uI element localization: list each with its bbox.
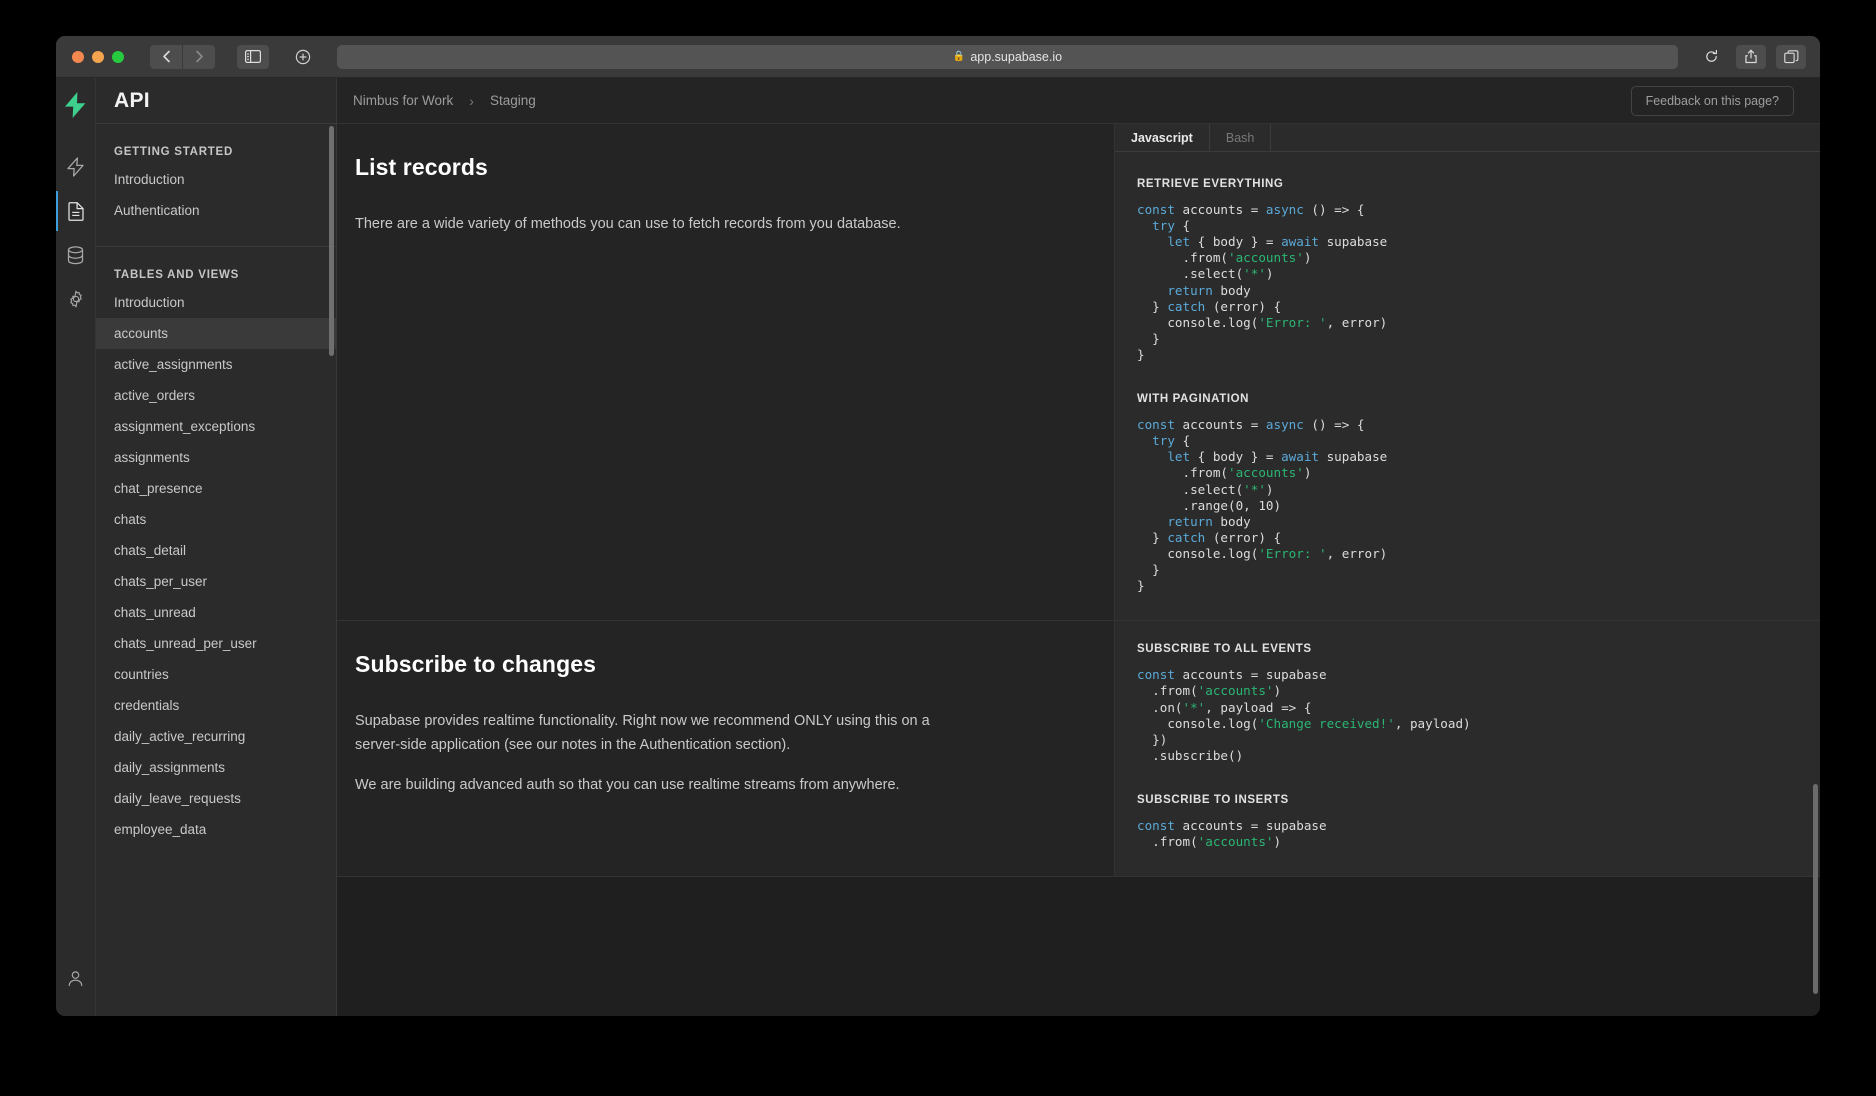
feedback-button[interactable]: Feedback on this page? xyxy=(1631,86,1794,116)
desktop-background: 🔒 app.supabase.io xyxy=(0,0,1876,1096)
toolbar-right-buttons xyxy=(1696,45,1808,69)
code-snippet[interactable]: const accounts = async () => { try { let… xyxy=(1137,202,1798,363)
sidebar-item-employee-data[interactable]: employee_data xyxy=(96,814,336,845)
sidebar-item-active-orders[interactable]: active_orders xyxy=(96,380,336,411)
main-content: Nimbus for Work › Staging Feedback on th… xyxy=(337,78,1820,1016)
lightning-icon xyxy=(67,157,84,177)
maximize-window-button[interactable] xyxy=(112,51,124,63)
supabase-lightning-logo[interactable] xyxy=(65,92,86,123)
breadcrumb-project[interactable]: Nimbus for Work xyxy=(353,93,453,108)
code-snippet[interactable]: const accounts = supabase .from('account… xyxy=(1137,667,1798,764)
docs-sidebar: API GETTING STARTEDIntroductionAuthentic… xyxy=(96,78,337,1016)
sidebar-scroll-area: GETTING STARTEDIntroductionAuthenticatio… xyxy=(96,124,336,1016)
back-button[interactable] xyxy=(150,45,182,69)
close-window-button[interactable] xyxy=(72,51,84,63)
section-title: Subscribe to changes xyxy=(355,651,1084,678)
sidebar-item-credentials[interactable]: credentials xyxy=(96,690,336,721)
doc-section: List records There are a wide variety of … xyxy=(337,124,1820,621)
user-icon xyxy=(67,970,84,987)
share-icon xyxy=(1744,49,1758,64)
sidebar-item-assignment-exceptions[interactable]: assignment_exceptions xyxy=(96,411,336,442)
topbar: Nimbus for Work › Staging Feedback on th… xyxy=(337,78,1820,124)
forward-button[interactable] xyxy=(183,45,215,69)
sidebar-item-introduction[interactable]: Introduction xyxy=(96,164,336,195)
sidebar-scrollbar[interactable] xyxy=(329,126,334,356)
sidebar-item-daily-active-recurring[interactable]: daily_active_recurring xyxy=(96,721,336,752)
database-icon xyxy=(67,246,84,265)
sidebar-item-chats[interactable]: chats xyxy=(96,504,336,535)
sidebar-item-introduction[interactable]: Introduction xyxy=(96,287,336,318)
lock-icon: 🔒 xyxy=(953,51,965,62)
show-tabs-button[interactable] xyxy=(1776,45,1806,69)
sidebar-group: GETTING STARTEDIntroductionAuthenticatio… xyxy=(96,124,336,247)
section-code: SUBSCRIBE TO ALL EVENTS const accounts = … xyxy=(1114,621,1820,876)
code-snippet-label: WITH PAGINATION xyxy=(1137,393,1798,405)
rail-item-database[interactable] xyxy=(56,233,96,277)
browser-toolbar: 🔒 app.supabase.io xyxy=(56,36,1820,78)
section-code: JavascriptBash RETRIEVE EVERYTHING const a… xyxy=(1114,124,1820,620)
navigation-buttons xyxy=(150,45,215,69)
new-tab-button[interactable] xyxy=(289,45,317,69)
sidebar-item-countries[interactable]: countries xyxy=(96,659,336,690)
section-paragraph: There are a wide variety of methods you … xyxy=(355,213,975,237)
sidebar-item-chats-detail[interactable]: chats_detail xyxy=(96,535,336,566)
content-panes: List records There are a wide variety of … xyxy=(337,124,1820,1016)
sidebar-item-active-assignments[interactable]: active_assignments xyxy=(96,349,336,380)
sidebar-group-heading: GETTING STARTED xyxy=(96,146,336,164)
rail-item-settings[interactable] xyxy=(56,277,96,321)
rail-item-api-docs[interactable] xyxy=(56,189,96,233)
share-button[interactable] xyxy=(1736,45,1766,69)
show-tabs-icon xyxy=(1784,50,1799,64)
breadcrumb-environment[interactable]: Staging xyxy=(490,93,536,108)
doc-section: Subscribe to changes Supabase provides re… xyxy=(337,621,1820,877)
gear-icon xyxy=(67,290,85,308)
code-snippet[interactable]: const accounts = async () => { try { let… xyxy=(1137,417,1798,594)
code-snippet-label: SUBSCRIBE TO ALL EVENTS xyxy=(1137,643,1798,655)
sidebar-toggle-icon xyxy=(245,50,261,63)
tab-javascript[interactable]: Javascript xyxy=(1115,124,1210,151)
sidebar-group: TABLES AND VIEWSIntroductionaccountsacti… xyxy=(96,247,336,849)
chevron-left-icon xyxy=(162,50,171,63)
url-text: app.supabase.io xyxy=(970,50,1062,64)
chevron-right-icon xyxy=(195,50,204,63)
code-snippet[interactable]: const accounts = supabase .from('account… xyxy=(1137,818,1798,850)
sidebar-item-authentication[interactable]: Authentication xyxy=(96,195,336,226)
sidebar-item-daily-leave-requests[interactable]: daily_leave_requests xyxy=(96,783,336,814)
section-text: Subscribe to changes Supabase provides re… xyxy=(337,621,1114,876)
sidebar-item-chats-unread[interactable]: chats_unread xyxy=(96,597,336,628)
document-icon xyxy=(68,202,84,221)
icon-rail xyxy=(56,78,96,1016)
sidebar-item-daily-assignments[interactable]: daily_assignments xyxy=(96,752,336,783)
sidebar-group-heading: TABLES AND VIEWS xyxy=(96,269,336,287)
code-snippet-label: SUBSCRIBE TO INSERTS xyxy=(1137,794,1798,806)
browser-window: 🔒 app.supabase.io xyxy=(56,36,1820,1016)
sidebar-item-chats-unread-per-user[interactable]: chats_unread_per_user xyxy=(96,628,336,659)
breadcrumb-separator-icon: › xyxy=(469,93,474,109)
window-controls xyxy=(68,51,124,63)
section-text: List records There are a wide variety of … xyxy=(337,124,1114,620)
rail-item-home[interactable] xyxy=(56,145,96,189)
sidebar-item-chats-per-user[interactable]: chats_per_user xyxy=(96,566,336,597)
sidebar-item-assignments[interactable]: assignments xyxy=(96,442,336,473)
section-paragraph: We are building advanced auth so that yo… xyxy=(355,774,975,798)
scrollable-doc-region: List records There are a wide variety of … xyxy=(337,124,1820,1016)
app-container: API GETTING STARTEDIntroductionAuthentic… xyxy=(56,78,1820,1016)
sidebar-toggle-button[interactable] xyxy=(237,45,269,69)
section-paragraph: Supabase provides realtime functionality… xyxy=(355,710,975,758)
sidebar-item-chat-presence[interactable]: chat_presence xyxy=(96,473,336,504)
code-snippet-label: RETRIEVE EVERYTHING xyxy=(1137,178,1798,190)
sidebar-title: API xyxy=(96,78,336,124)
main-scrollbar[interactable] xyxy=(1813,784,1818,994)
code-language-tabs: JavascriptBash xyxy=(1115,124,1820,152)
reload-icon xyxy=(1704,49,1719,64)
minimize-window-button[interactable] xyxy=(92,51,104,63)
sidebar-item-accounts[interactable]: accounts xyxy=(96,318,336,349)
plus-circle-icon xyxy=(295,49,311,65)
address-bar[interactable]: 🔒 app.supabase.io xyxy=(337,45,1678,69)
rail-item-account[interactable] xyxy=(56,956,96,1000)
section-title: List records xyxy=(355,154,1084,181)
reload-button[interactable] xyxy=(1696,45,1726,69)
tab-bash[interactable]: Bash xyxy=(1210,124,1272,151)
